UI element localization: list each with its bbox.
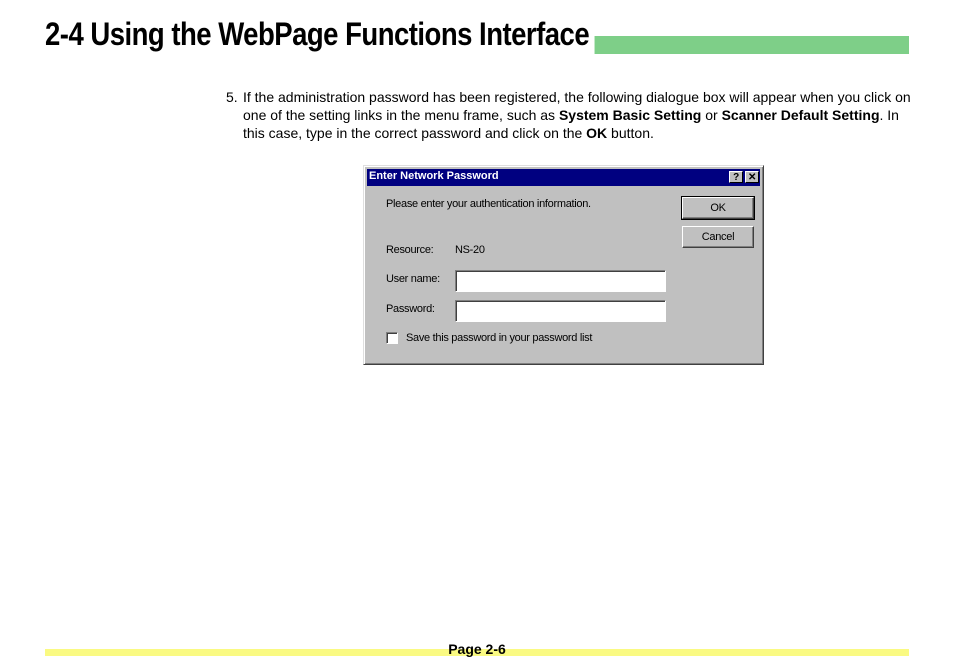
password-label: Password: (386, 303, 435, 315)
dialog-title: Enter Network Password (369, 170, 499, 182)
step-text: If the administration password has been … (243, 89, 911, 141)
step-number: 5. (226, 89, 238, 105)
page-number: Page 2-6 (448, 641, 506, 657)
scanner-default-setting-term: Scanner Default Setting (721, 107, 880, 123)
cancel-button[interactable]: Cancel (682, 226, 754, 248)
resource-value: NS-20 (455, 244, 485, 256)
username-field[interactable] (455, 270, 666, 292)
ok-term: OK (586, 125, 608, 141)
network-password-dialog: Enter Network Password ? ✕ Please enter … (363, 165, 764, 365)
ok-button[interactable]: OK (681, 196, 755, 220)
save-password-checkbox[interactable] (386, 332, 398, 344)
help-button[interactable]: ? (729, 171, 743, 183)
dialog-prompt: Please enter your authentication informa… (386, 198, 591, 210)
save-password-label[interactable]: Save this password in your password list (406, 332, 592, 344)
resource-label: Resource: (386, 244, 434, 256)
password-field[interactable] (455, 300, 666, 322)
dialog-titlebar: Enter Network Password ? ✕ (367, 169, 760, 186)
page-title: 2-4 Using the WebPage Functions Interfac… (45, 14, 595, 54)
close-button[interactable]: ✕ (745, 171, 759, 183)
instruction-step: 5. If the administration password has be… (226, 88, 916, 142)
system-basic-setting-term: System Basic Setting (558, 107, 702, 123)
username-label: User name: (386, 273, 440, 285)
